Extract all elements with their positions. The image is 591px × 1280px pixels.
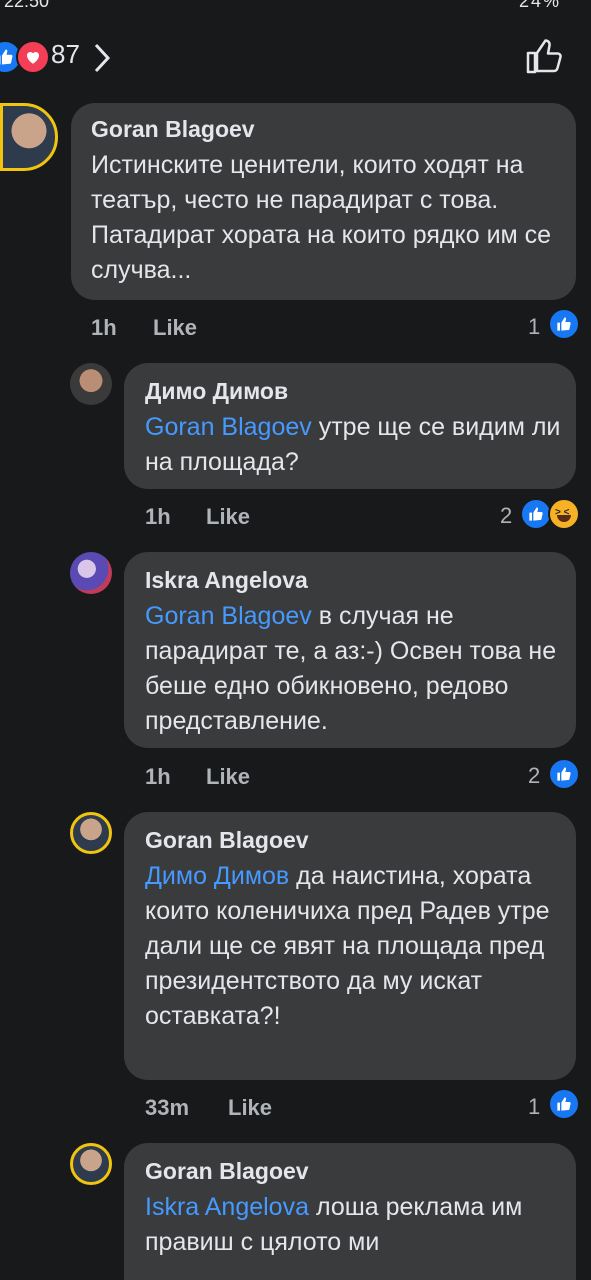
comment-text: Goran Blagoev в случая не парадират те, … (145, 602, 557, 735)
avatar[interactable] (70, 812, 112, 854)
status-battery: 24% (518, 0, 561, 11)
comment-reaction-count: 2 (528, 763, 541, 788)
comment-like-button[interactable]: Like (153, 315, 197, 341)
reactions-summary[interactable]: 87 (0, 36, 591, 76)
avatar[interactable] (70, 363, 112, 405)
avatar[interactable] (70, 1143, 112, 1185)
chevron-right-icon[interactable] (92, 42, 112, 74)
avatar[interactable] (70, 552, 112, 594)
comment-like-button[interactable]: Like (228, 1095, 272, 1121)
status-bar: 22:50 24% (0, 0, 591, 12)
haha-icon[interactable]: > < (548, 498, 580, 530)
comment-author[interactable]: Димо Димов (145, 378, 288, 405)
comment-like-button[interactable]: Like (206, 764, 250, 790)
reaction-count: 87 (51, 39, 80, 69)
comment-time: 1h (145, 764, 171, 789)
comment-time: 1h (145, 504, 171, 529)
comment-reaction-count: 1 (528, 1094, 541, 1119)
comment-author[interactable]: Goran Blagoev (145, 827, 309, 854)
like-icon[interactable] (548, 758, 580, 790)
thumbs-up-outline-icon[interactable] (524, 36, 564, 76)
comment-mention[interactable]: Goran Blagoev (145, 413, 312, 441)
comment-like-button[interactable]: Like (206, 504, 250, 530)
comment-author[interactable]: Goran Blagoev (145, 1158, 309, 1185)
comment-text: Goran Blagoev утре ще се видим ли на пло… (145, 413, 561, 476)
comment-reaction-count: 1 (528, 314, 541, 339)
like-icon[interactable] (548, 1088, 580, 1120)
comment-text: Димо Димов да наистина, хората които кол… (145, 862, 550, 1030)
comment-time: 33m (145, 1095, 190, 1120)
comment-time: 1h (91, 315, 117, 340)
avatar[interactable] (0, 103, 58, 171)
comment-mention[interactable]: Iskra Angelova (145, 1193, 309, 1221)
comment-reaction-count: 2 (500, 503, 513, 528)
comment-author[interactable]: Iskra Angelova (145, 567, 308, 594)
like-icon[interactable] (548, 308, 580, 340)
love-icon (16, 40, 50, 74)
comment-text: Истинските ценители, които ходят на теат… (91, 151, 552, 284)
status-time: 22:50 (4, 0, 50, 11)
comment-author[interactable]: Goran Blagoev (91, 116, 255, 143)
comment-text: Iskra Angelova лоша реклама им правиш с … (145, 1193, 523, 1256)
comment-mention[interactable]: Goran Blagoev (145, 602, 312, 630)
comment-mention[interactable]: Димо Димов (145, 862, 289, 890)
